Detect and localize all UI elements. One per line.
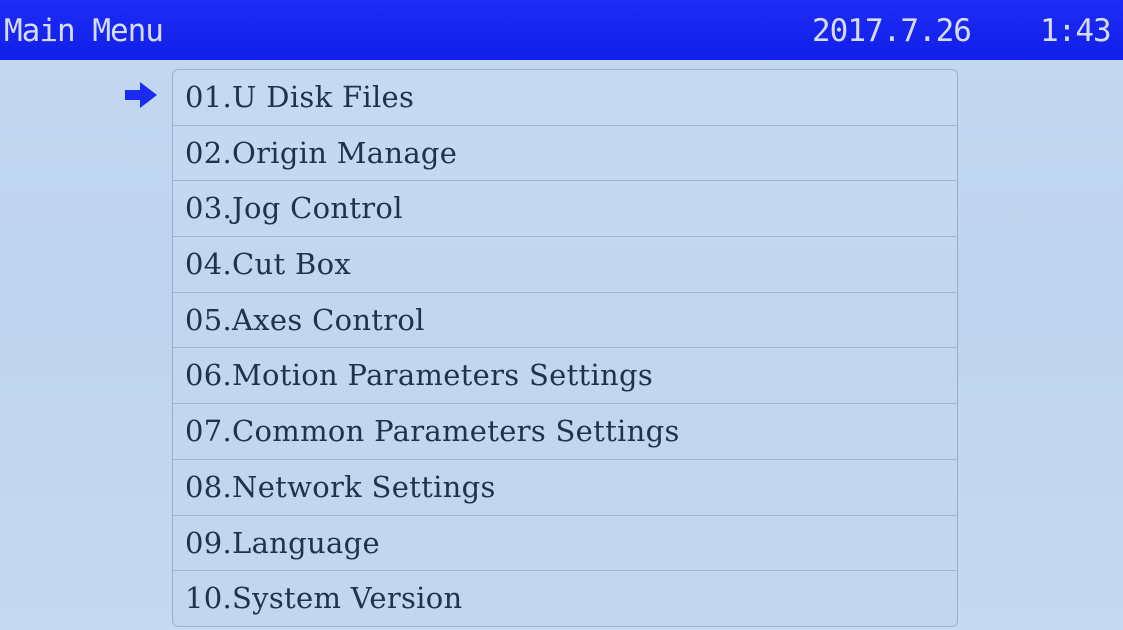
title-bar: Main Menu 2017.7.26 1:43	[0, 0, 1123, 60]
menu-item-jog-control[interactable]: 03.Jog Control	[173, 181, 957, 238]
menu-item-network-settings[interactable]: 08.Network Settings	[173, 460, 957, 516]
menu-item-origin-manage[interactable]: 02.Origin Manage	[173, 126, 957, 182]
menu-item-motion-parameters-settings[interactable]: 06.Motion Parameters Settings	[173, 348, 957, 405]
menu-item-common-parameters-settings[interactable]: 07.Common Parameters Settings	[173, 404, 957, 460]
time-display: 1:43	[1040, 13, 1112, 49]
main-menu-list: 01.U Disk Files 02.Origin Manage 03.Jog …	[172, 69, 958, 627]
menu-item-axes-control[interactable]: 05.Axes Control	[173, 293, 957, 349]
right-arrow-icon	[125, 82, 157, 108]
menu-item-cut-box[interactable]: 04.Cut Box	[173, 237, 957, 293]
date-display: 2017.7.26	[812, 13, 972, 49]
lcd-screen: Main Menu 2017.7.26 1:43 01.U Disk Files…	[0, 0, 1123, 630]
menu-item-system-version[interactable]: 10.System Version	[173, 571, 957, 627]
menu-item-language[interactable]: 09.Language	[173, 516, 957, 572]
screen-title: Main Menu	[4, 13, 164, 49]
menu-item-u-disk-files[interactable]: 01.U Disk Files	[173, 70, 957, 126]
